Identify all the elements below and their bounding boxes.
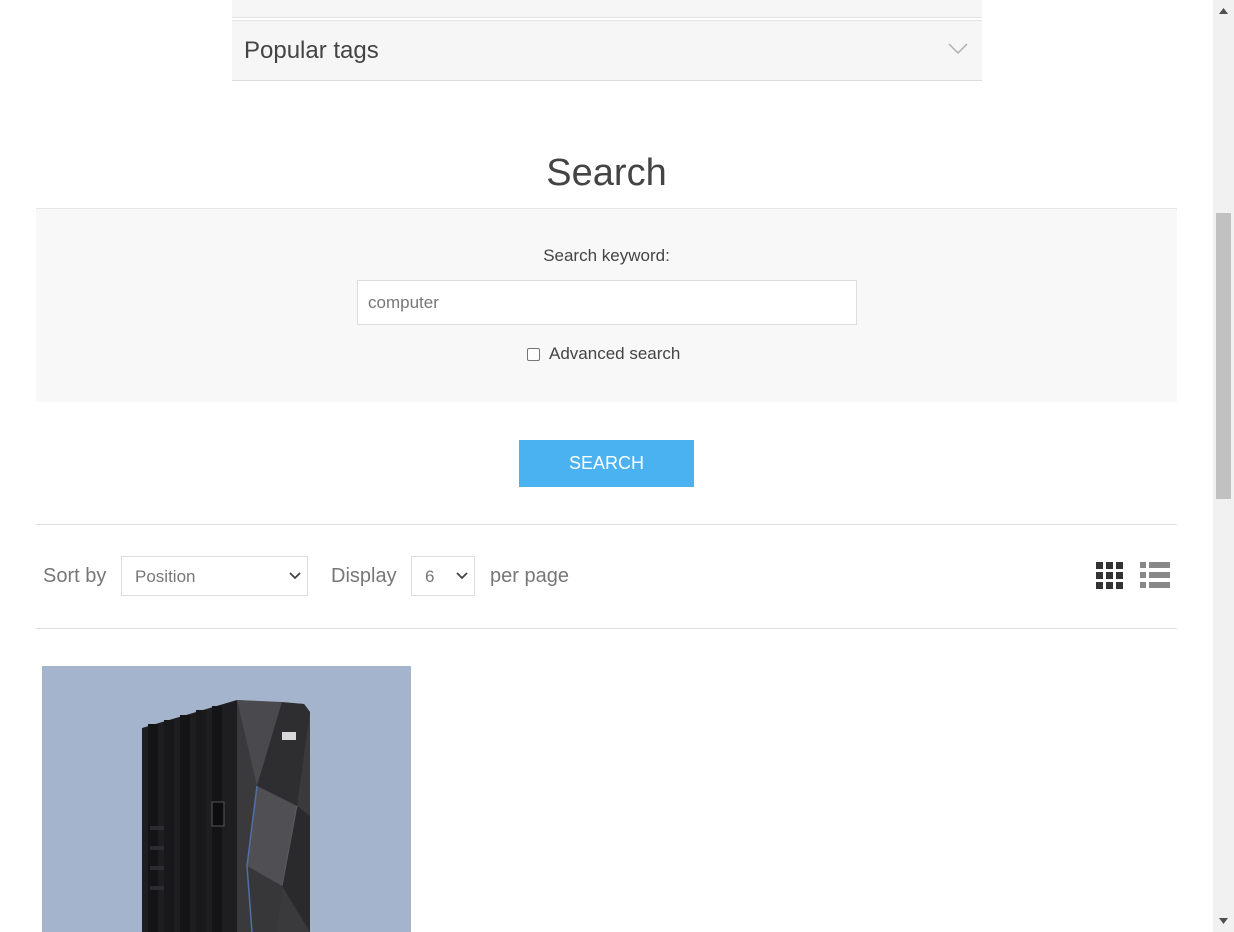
sort-by-label: Sort by: [43, 565, 107, 587]
popular-tags-title: Popular tags: [244, 37, 379, 64]
scrollbar-thumb[interactable]: [1216, 213, 1231, 499]
grid-view-icon[interactable]: [1096, 562, 1124, 590]
search-keyword-input[interactable]: [357, 280, 857, 325]
page-scrollbar[interactable]: [1213, 0, 1234, 932]
page: Popular tags Search Search keyword: Adva…: [0, 0, 1234, 932]
accordion-previous-section[interactable]: [232, 0, 982, 18]
page-title: Search: [546, 152, 667, 194]
chevron-down-icon: [948, 43, 968, 55]
product-image[interactable]: [42, 666, 411, 932]
search-button[interactable]: Search: [519, 440, 694, 487]
sort-by-select[interactable]: Position: [121, 556, 308, 596]
chevron-down-icon: [289, 572, 301, 580]
page-size-value: 6: [425, 567, 435, 586]
advanced-search-option[interactable]: Advanced search: [527, 343, 680, 365]
search-panel: Search keyword: Advanced search: [36, 208, 1177, 402]
sort-by-value: Position: [135, 567, 196, 586]
advanced-search-label[interactable]: Advanced search: [549, 344, 680, 364]
scroll-up-arrow-icon[interactable]: [1213, 0, 1234, 21]
chevron-down-icon: [456, 572, 468, 580]
scroll-down-arrow-icon[interactable]: [1213, 911, 1234, 932]
list-view-icon[interactable]: [1140, 562, 1170, 590]
display-label: Display: [331, 565, 397, 587]
advanced-search-checkbox[interactable]: [527, 347, 540, 361]
server-rack-illustration: [142, 700, 310, 932]
product-toolbar: Sort by Position Display 6 per page: [36, 524, 1177, 629]
search-keyword-label: Search keyword:: [543, 246, 670, 265]
per-page-label: per page: [490, 565, 569, 587]
popular-tags-accordion[interactable]: Popular tags: [232, 20, 982, 81]
page-size-select[interactable]: 6: [411, 556, 475, 596]
